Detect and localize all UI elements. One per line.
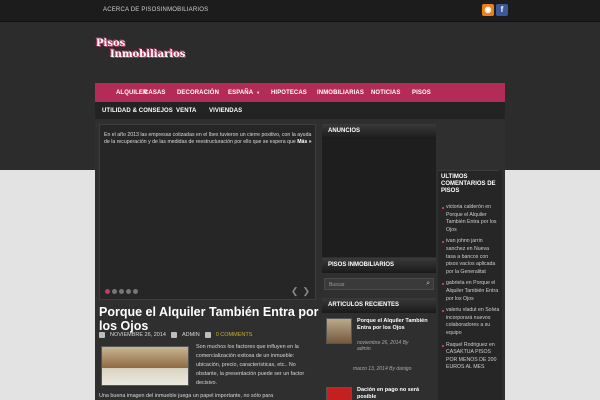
facebook-icon[interactable]: f <box>496 4 508 16</box>
site-logo[interactable]: Pisos Inmobiliarios <box>96 38 196 62</box>
nav-item-viviendas[interactable]: VIVIENDAS <box>209 102 242 119</box>
nav-item-casas[interactable]: CASAS <box>144 83 166 102</box>
nav-item-espana[interactable]: ESPAÑA ▼ <box>228 83 260 102</box>
more-link[interactable]: Más » <box>297 139 311 145</box>
recent-post-title[interactable]: Dación en pago no será posible <box>357 387 437 400</box>
comment-item[interactable]: Raquel Rodriguez en CASAKTUA PISOS POR M… <box>442 342 500 372</box>
comment-icon <box>204 332 211 338</box>
slider-dot[interactable] <box>126 289 131 294</box>
slider-dot[interactable] <box>119 289 124 294</box>
post-meta: NOVIEMBRE 26, 2014 ADMIN 0 COMMENTS <box>99 332 319 338</box>
post-excerpt: Son muchos los factores que influyen en … <box>196 344 305 386</box>
recent-post-date: marzo 13, 2014 By danigo <box>353 366 412 372</box>
post-author[interactable]: ADMIN <box>182 332 200 338</box>
slider-dot[interactable] <box>105 289 110 294</box>
secondary-nav: UTILIDAD & CONSEJOS VENTA VIVIENDAS <box>95 102 505 119</box>
slider-caption: En el año 2013 las empresas cotizadas en… <box>104 132 312 146</box>
comment-item[interactable]: gabriela en Porque el Alquiler También E… <box>442 280 500 303</box>
recent-post-thumbnail[interactable] <box>326 387 352 400</box>
next-arrow-icon[interactable]: ❯ <box>302 286 310 297</box>
recent-post-author[interactable]: admin <box>357 346 408 352</box>
recent-post[interactable]: marzo 13, 2014 By danigo <box>326 366 436 376</box>
nav-item-alquiler[interactable]: ALQUILER <box>116 83 147 102</box>
nav-item-inmobiliarias[interactable]: INMOBILIARIAS <box>317 83 364 102</box>
comment-item[interactable]: valeriu vladut en Solvia incorporará nue… <box>442 307 500 337</box>
nav-item-decoracion[interactable]: DECORACIÓN <box>177 83 219 102</box>
primary-nav: ALQUILER CASAS DECORACIÓN ESPAÑA ▼ HIPOT… <box>95 83 505 102</box>
rss-icon[interactable]: ◉ <box>482 4 494 16</box>
nav-item-venta[interactable]: VENTA <box>176 102 196 119</box>
comment-item[interactable]: victoria calderón en Porque el Alquiler … <box>442 204 500 234</box>
post-title[interactable]: Porque el Alquiler También Entra por los… <box>99 305 319 333</box>
widget-title-anuncios: ANUNCIOS <box>322 124 436 139</box>
nav-item-pisos[interactable]: PISOS <box>412 83 431 102</box>
search-input[interactable]: Buscar ⌕ <box>324 278 434 290</box>
featured-slider[interactable]: En el año 2013 las empresas cotizadas en… <box>99 124 316 300</box>
comment-item[interactable]: ivan johnn jarrin sanchez en Nueva tasa … <box>442 238 500 276</box>
logo-line-1: Pisos <box>96 38 126 49</box>
nav-item-espana-label: ESPAÑA <box>228 89 254 96</box>
nav-item-hipotecas[interactable]: HIPOTECAS <box>271 83 307 102</box>
recent-post-thumbnail[interactable] <box>326 318 352 344</box>
post-date: NOVIEMBRE 26, 2014 <box>110 332 166 338</box>
slider-dots <box>105 289 138 294</box>
slider-dot[interactable] <box>112 289 117 294</box>
post-lead-text: Una buena imagen del inmueble juega un p… <box>99 393 274 399</box>
logo-line-2: Inmobiliarios <box>110 49 186 60</box>
widget-title-recientes: ARTICULOS RECIENTES <box>322 298 436 313</box>
recent-post[interactable]: Porque el Alquiler También Entra por los… <box>326 318 436 358</box>
recent-comments-list: victoria calderón en Porque el Alquiler … <box>442 204 500 376</box>
chevron-down-icon: ▼ <box>256 90 261 95</box>
user-icon <box>170 332 177 338</box>
search-icon[interactable]: ⌕ <box>426 280 430 288</box>
calendar-icon <box>99 332 105 338</box>
slider-caption-text: En el año 2013 las empresas cotizadas en… <box>104 132 312 145</box>
nav-item-utilidad[interactable]: UTILIDAD & CONSEJOS <box>102 102 173 119</box>
recent-post-date: noviembre 26, 2014 By admin <box>357 340 408 352</box>
about-link[interactable]: ACERCA DE PISOSINMOBILIARIOS <box>103 7 208 13</box>
widget-title-pisos: PISOS INMOBILIARIOS <box>322 258 436 273</box>
nav-item-noticias[interactable]: NOTICIAS <box>371 83 400 102</box>
widget-title-comentarios: ULTIMOS COMENTARIOS DE PISOS <box>438 170 501 195</box>
recent-post[interactable]: Dación en pago no será posible <box>326 387 436 400</box>
slider-dot[interactable] <box>133 289 138 294</box>
top-strip <box>0 0 600 22</box>
post-thumbnail[interactable] <box>101 346 189 386</box>
search-placeholder: Buscar <box>329 282 345 288</box>
recent-post-title[interactable]: Porque el Alquiler También Entra por los… <box>357 318 437 331</box>
ads-widget <box>322 139 436 257</box>
prev-arrow-icon[interactable]: ❮ <box>291 286 299 297</box>
post-comments[interactable]: 0 COMMENTS <box>216 332 253 338</box>
slider-arrows: ❮ ❯ <box>291 286 310 297</box>
